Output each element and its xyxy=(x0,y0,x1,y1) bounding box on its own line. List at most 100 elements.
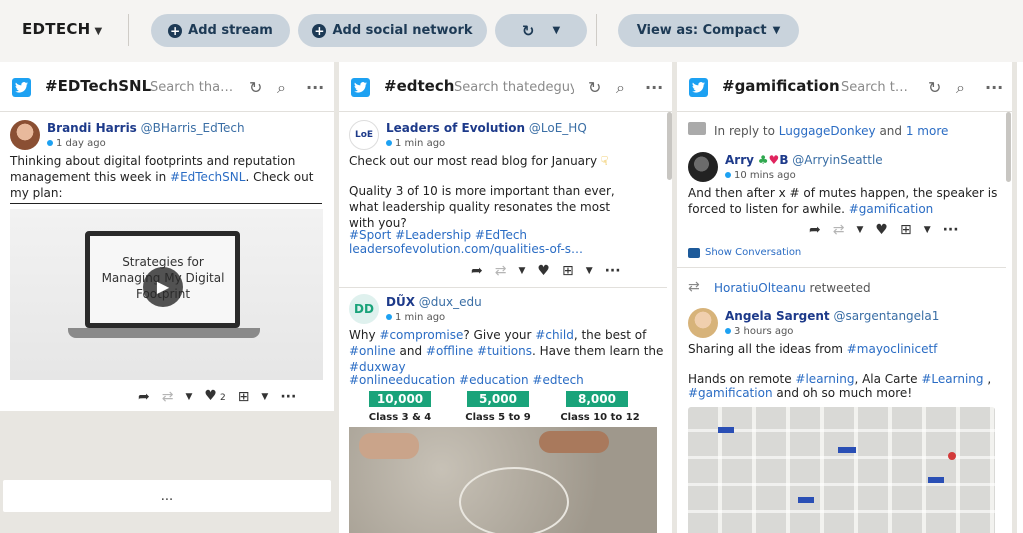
tweet-text-part: and oh so much more! xyxy=(772,386,913,400)
pointing-hand-icon: ☟ xyxy=(600,154,609,168)
play-icon[interactable]: ▶ xyxy=(143,267,183,307)
load-more-button[interactable]: ... xyxy=(3,480,331,512)
divider xyxy=(339,287,667,288)
chevron-down-icon[interactable]: ▼ xyxy=(586,263,593,279)
hashtag-link[interactable]: #Learning xyxy=(921,372,983,386)
pin-mark xyxy=(948,452,956,460)
hand-shape xyxy=(539,431,609,453)
hashtag-link[interactable]: #onlineeducation #education #edtech xyxy=(349,372,584,388)
column-search-term[interactable]: Search t… xyxy=(841,80,911,95)
add-social-network-button[interactable]: + Add social network xyxy=(298,14,487,47)
hashtag-link[interactable]: #online xyxy=(349,344,396,358)
retweet-icon[interactable]: ⇄ xyxy=(833,222,845,238)
like-icon[interactable]: ♥ xyxy=(875,222,888,238)
media-image[interactable] xyxy=(688,407,995,533)
more-options-icon[interactable]: ··· xyxy=(306,78,324,97)
author-name[interactable]: Angela Sargent xyxy=(725,309,830,323)
column-search-term[interactable]: Search tha… xyxy=(150,80,235,95)
board-selector[interactable]: EDTECH ▼ xyxy=(22,20,103,38)
author-name[interactable]: Leaders of Evolution xyxy=(386,121,525,135)
more-options-icon[interactable]: ··· xyxy=(943,222,959,238)
hashtag-link[interactable]: #learning xyxy=(795,372,854,386)
show-conversation-link[interactable]: Show Conversation xyxy=(688,245,801,261)
avatar[interactable]: LoE xyxy=(349,120,379,150)
avatar[interactable] xyxy=(688,308,718,338)
tweet-actions: ➦ ⇄ ▼ ♥ 2 ⊞ ▼ ··· xyxy=(138,388,296,406)
hashtag-link[interactable]: #gamification xyxy=(688,386,773,400)
timestamp: 1 min ago xyxy=(386,136,445,152)
tweet-text: Why #compromise? Give your #child, the b… xyxy=(349,327,664,375)
reply-context: In reply to LuggageDonkey and 1 more xyxy=(714,123,948,139)
retweet-icon[interactable]: ⇄ xyxy=(495,263,507,279)
column-header: #EDTechSNL Search tha… ↻ ⌕ ··· xyxy=(0,62,334,112)
scrollbar[interactable] xyxy=(1006,112,1011,182)
more-options-icon[interactable]: ··· xyxy=(605,263,621,279)
divider xyxy=(677,267,1006,268)
schedule-icon[interactable]: ⊞ xyxy=(562,263,574,279)
refresh-icon[interactable]: ↻ xyxy=(928,78,941,97)
hashtag-link[interactable]: #gamification xyxy=(849,202,934,216)
avatar[interactable] xyxy=(688,152,718,182)
price-badge: 5,000 xyxy=(467,391,529,407)
hashtag-link[interactable]: #EdTechSNL xyxy=(170,170,245,184)
column-search-term[interactable]: Search thatedeguy xyxy=(454,80,574,95)
laptop-base xyxy=(68,328,260,338)
author-handle[interactable]: @BHarris_EdTech xyxy=(141,121,245,135)
article-link[interactable]: leadersofevolution.com/qualities-of-s… xyxy=(349,241,583,257)
schedule-icon[interactable]: ⊞ xyxy=(238,389,250,405)
dot-icon xyxy=(725,172,731,178)
author-handle[interactable]: @sargentangela1 xyxy=(833,309,939,323)
reply-more-link[interactable]: 1 more xyxy=(906,124,949,138)
media-image[interactable]: 10,000 5,000 8,000 Class 3 & 4 Class 5 t… xyxy=(349,391,657,533)
plus-icon: + xyxy=(168,23,183,38)
hashtag-link[interactable]: #tuitions xyxy=(477,344,532,358)
more-options-icon[interactable]: ··· xyxy=(280,389,296,405)
tape-mark xyxy=(798,497,814,503)
media-video[interactable]: Strategies for Managing My Digital Footp… xyxy=(10,209,323,380)
retweeter-link[interactable]: HoratiuOlteanu xyxy=(714,281,806,295)
author-name[interactable]: DŨX xyxy=(386,295,415,309)
search-icon[interactable]: ⌕ xyxy=(616,78,625,98)
reply-user-link[interactable]: LuggageDonkey xyxy=(779,124,876,138)
search-icon[interactable]: ⌕ xyxy=(277,78,286,98)
author-handle[interactable]: @ArryinSeattle xyxy=(792,153,882,167)
chevron-down-icon[interactable]: ▼ xyxy=(924,222,931,238)
author-name[interactable]: Brandi Harris xyxy=(47,121,137,135)
view-as-label: View as: Compact xyxy=(636,23,767,38)
add-social-label: Add social network xyxy=(332,23,473,38)
chevron-down-icon[interactable]: ▼ xyxy=(261,389,268,405)
column-title: #edtech xyxy=(384,77,455,95)
author-handle[interactable]: @dux_edu xyxy=(419,295,482,309)
refresh-button[interactable]: ↻ ▼ xyxy=(495,14,587,47)
reply-icon[interactable]: ➦ xyxy=(138,389,150,405)
retweet-icon[interactable]: ⇄ xyxy=(162,389,174,405)
like-icon[interactable]: ♥ xyxy=(537,263,550,279)
author-name-suffix: B xyxy=(779,153,789,167)
retweet-icon: ⇄ xyxy=(688,279,700,295)
like-icon[interactable]: ♥ 2 xyxy=(204,388,225,406)
hashtag-link[interactable]: #offline xyxy=(426,344,473,358)
author-name[interactable]: Arry xyxy=(725,153,754,167)
hashtag-link[interactable]: #child xyxy=(535,328,574,342)
hashtag-link[interactable]: #mayoclinicetf xyxy=(847,342,938,356)
tweet-text: Thinking about digital footprints and re… xyxy=(10,153,325,201)
chevron-down-icon[interactable]: ▼ xyxy=(185,389,192,405)
chevron-down-icon[interactable]: ▼ xyxy=(856,222,863,238)
avatar[interactable]: DD xyxy=(349,294,379,324)
more-options-icon[interactable]: ··· xyxy=(985,78,1003,97)
author-handle[interactable]: @LoE_HQ xyxy=(529,121,587,135)
shamrock-icon: ♣ xyxy=(757,153,769,167)
reply-icon[interactable]: ➦ xyxy=(809,222,821,238)
reply-icon[interactable]: ➦ xyxy=(471,263,483,279)
refresh-icon[interactable]: ↻ xyxy=(588,78,601,97)
view-as-dropdown[interactable]: View as: Compact ▼ xyxy=(618,14,799,47)
scrollbar[interactable] xyxy=(667,112,672,180)
avatar[interactable] xyxy=(10,120,40,150)
add-stream-button[interactable]: + Add stream xyxy=(151,14,290,47)
search-icon[interactable]: ⌕ xyxy=(956,78,965,98)
refresh-icon[interactable]: ↻ xyxy=(249,78,262,97)
chevron-down-icon[interactable]: ▼ xyxy=(518,263,525,279)
schedule-icon[interactable]: ⊞ xyxy=(900,222,912,238)
more-options-icon[interactable]: ··· xyxy=(645,78,663,97)
hashtag-link[interactable]: #compromise xyxy=(379,328,463,342)
